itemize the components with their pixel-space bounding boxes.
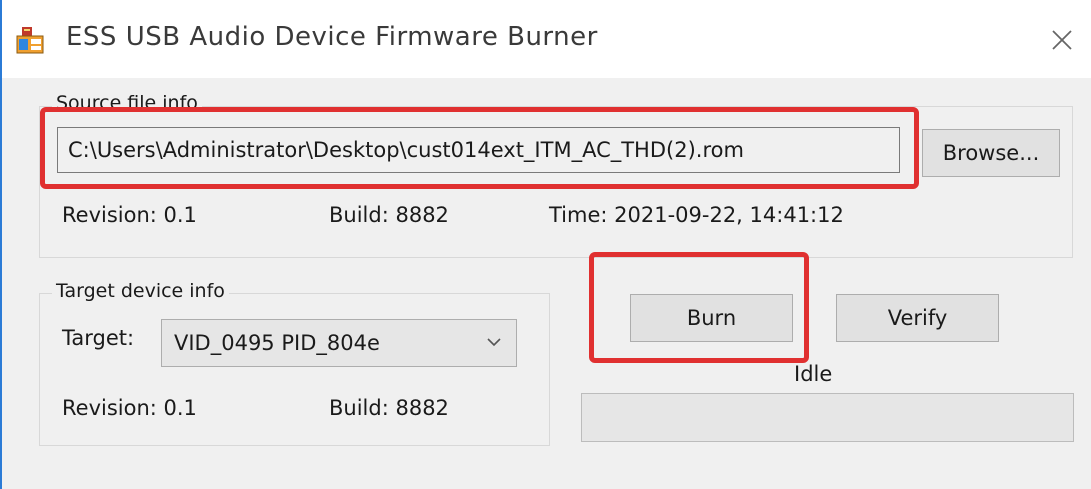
firmware-burner-window: ESS USB Audio Device Firmware Burner Sou…: [0, 0, 1091, 489]
window-title: ESS USB Audio Device Firmware Burner: [66, 22, 598, 52]
burn-button[interactable]: Burn: [630, 294, 793, 342]
status-label: Idle: [794, 362, 833, 386]
app-icon: [16, 27, 44, 54]
source-time-label: Time: 2021-09-22, 14:41:12: [549, 203, 844, 227]
target-device-selected-value: VID_0495 PID_804e: [174, 331, 380, 355]
target-device-select[interactable]: VID_0495 PID_804e: [161, 319, 517, 367]
target-device-group: [39, 293, 550, 446]
progress-bar: [581, 393, 1074, 442]
verify-button[interactable]: Verify: [836, 294, 999, 342]
source-revision-label: Revision: 0.1: [62, 203, 197, 227]
source-file-group-label: Source file info: [52, 92, 202, 114]
close-icon: [1052, 30, 1072, 50]
target-device-group-label: Target device info: [52, 280, 229, 302]
target-build-label: Build: 8882: [329, 396, 449, 420]
window-bottom: [2, 470, 1091, 489]
source-build-label: Build: 8882: [329, 203, 449, 227]
source-file-path-field[interactable]: C:\Users\Administrator\Desktop\cust014ex…: [57, 127, 900, 173]
title-bar[interactable]: ESS USB Audio Device Firmware Burner: [2, 0, 1091, 78]
close-button[interactable]: [1042, 22, 1082, 58]
target-label: Target:: [62, 326, 135, 350]
chevron-down-icon: [487, 338, 501, 347]
browse-button[interactable]: Browse...: [922, 129, 1060, 177]
target-revision-label: Revision: 0.1: [62, 396, 197, 420]
